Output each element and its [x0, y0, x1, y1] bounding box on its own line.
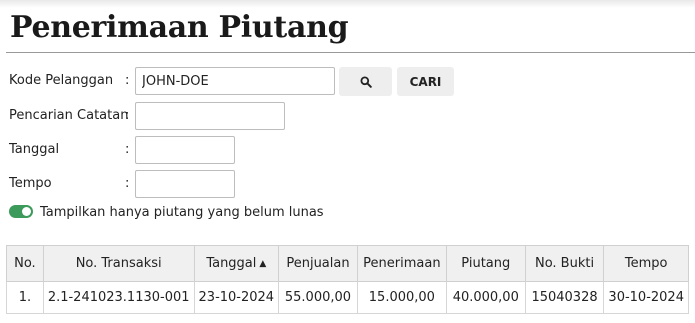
cari-button[interactable]: CARI	[397, 67, 454, 96]
unpaid-only-toggle[interactable]	[9, 205, 33, 218]
cell-no: 1.	[6, 281, 44, 314]
col-header-piutang[interactable]: Piutang	[445, 245, 526, 282]
cell-piutang: 40.000,00	[445, 281, 526, 314]
page-title: Penerimaan Piutang	[10, 10, 349, 45]
col-header-tanggal-label: Tanggal	[206, 256, 257, 271]
pencarian-catatan-label: Pencarian Catatan	[9, 108, 129, 123]
toggle-knob	[22, 207, 31, 216]
cell-no-bukti: 15040328	[524, 281, 605, 314]
cell-tempo: 30-10-2024	[603, 281, 689, 314]
top-shadow	[0, 0, 695, 8]
pencarian-catatan-input[interactable]	[135, 102, 285, 130]
cell-penjualan: 55.000,00	[278, 281, 358, 314]
tempo-label: Tempo	[9, 176, 52, 191]
kode-pelanggan-input[interactable]	[135, 67, 335, 95]
title-divider	[6, 52, 695, 53]
kode-pelanggan-label: Kode Pelanggan	[9, 73, 114, 88]
tanggal-colon: :	[125, 142, 130, 157]
cell-tanggal: 23-10-2024	[193, 281, 280, 314]
col-header-no-transaksi[interactable]: No. Transaksi	[42, 245, 195, 282]
unpaid-only-toggle-label: Tampilkan hanya piutang yang belum lunas	[40, 205, 324, 220]
tempo-input[interactable]	[135, 170, 235, 198]
tempo-colon: :	[125, 176, 130, 191]
receivables-table: No. No. Transaksi Tanggal ▲ Penjualan Pen…	[6, 245, 689, 314]
cell-penerimaan: 15.000,00	[356, 281, 447, 314]
col-header-no-bukti[interactable]: No. Bukti	[524, 245, 605, 282]
cell-no-transaksi: 2.1-241023.1130-001	[42, 281, 195, 314]
search-button[interactable]	[339, 67, 392, 96]
col-header-penjualan[interactable]: Penjualan	[278, 245, 358, 282]
table-header-row: No. No. Transaksi Tanggal ▲ Penjualan Pen…	[6, 245, 689, 282]
sort-ascending-icon: ▲	[259, 259, 267, 269]
col-header-penerimaan[interactable]: Penerimaan	[356, 245, 447, 282]
table-row[interactable]: 1. 2.1-241023.1130-001 23-10-2024 55.000…	[6, 281, 689, 314]
col-header-no[interactable]: No.	[6, 245, 44, 282]
kode-pelanggan-colon: :	[125, 73, 130, 88]
tanggal-input[interactable]	[135, 136, 235, 164]
col-header-tanggal[interactable]: Tanggal ▲	[193, 245, 280, 282]
pencarian-catatan-colon: :	[125, 108, 130, 123]
tanggal-label: Tanggal	[9, 142, 60, 157]
search-icon	[360, 76, 372, 88]
col-header-tempo[interactable]: Tempo	[603, 245, 689, 282]
